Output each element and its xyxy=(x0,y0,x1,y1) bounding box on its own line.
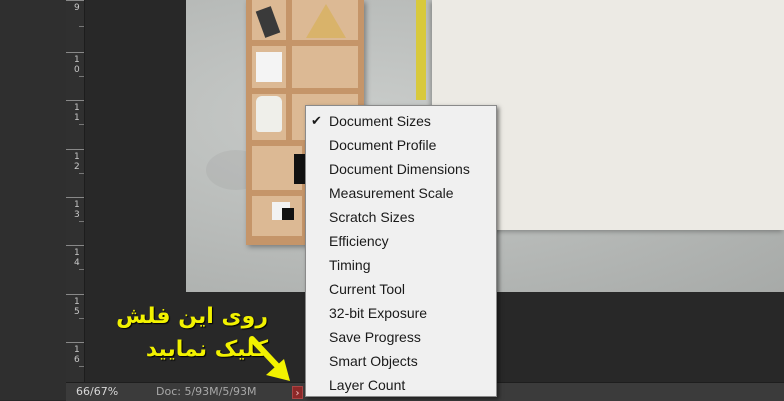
menu-item-label: Scratch Sizes xyxy=(329,209,415,225)
menu-item-32bit-exposure[interactable]: 32-bit Exposure xyxy=(306,301,496,325)
menu-item-label: Efficiency xyxy=(329,233,389,249)
menu-item-label: Timing xyxy=(329,257,371,273)
ruler-tick xyxy=(66,0,84,1)
menu-item-label: Measurement Scale xyxy=(329,185,454,201)
ruler-tick xyxy=(66,100,84,101)
vertical-ruler[interactable]: 9 10 11 12 13 14 15 16 xyxy=(66,0,85,382)
document-info: Doc: 5/93M/5/93M xyxy=(156,385,257,398)
menu-item-timing[interactable]: Timing xyxy=(306,253,496,277)
menu-item-layer-count[interactable]: Layer Count xyxy=(306,373,496,397)
menu-item-save-progress[interactable]: Save Progress xyxy=(306,325,496,349)
menu-item-scratch-sizes[interactable]: Scratch Sizes xyxy=(306,205,496,229)
menu-item-smart-objects[interactable]: Smart Objects xyxy=(306,349,496,373)
menu-item-document-sizes[interactable]: ✔ Document Sizes xyxy=(306,109,496,133)
menu-item-label: Save Progress xyxy=(329,329,421,345)
checkmark-icon: ✔ xyxy=(311,113,322,128)
status-menu-arrow-icon[interactable]: › xyxy=(292,386,303,399)
ruler-tick xyxy=(66,52,84,53)
paper-stack-image xyxy=(256,52,282,82)
annotation-line-1: روی این فلش xyxy=(116,304,268,329)
measuring-tape xyxy=(416,0,426,100)
ruler-minor-tick xyxy=(79,318,84,319)
menu-item-label: 32-bit Exposure xyxy=(329,305,428,321)
ruler-tick xyxy=(66,294,84,295)
left-panel-strip xyxy=(0,0,66,400)
menu-item-document-dimensions[interactable]: Document Dimensions xyxy=(306,157,496,181)
menu-item-label: Document Sizes xyxy=(329,113,431,129)
ruler-label-10: 10 xyxy=(74,55,80,75)
ruler-tick xyxy=(66,149,84,150)
ruler-minor-tick xyxy=(79,124,84,125)
ruler-minor-tick xyxy=(79,269,84,270)
ruler-minor-tick xyxy=(79,76,84,77)
menu-item-label: Smart Objects xyxy=(329,353,418,369)
ruler-tick xyxy=(66,342,84,343)
black-square-image xyxy=(282,208,294,220)
ruler-label-9: 9 xyxy=(74,3,80,13)
ruler-minor-tick xyxy=(79,221,84,222)
glove-image xyxy=(256,96,282,132)
ruler-label-13: 13 xyxy=(74,200,80,220)
ruler-minor-tick xyxy=(79,366,84,367)
menu-item-efficiency[interactable]: Efficiency xyxy=(306,229,496,253)
ruler-tick xyxy=(66,197,84,198)
shelf-cell xyxy=(292,46,358,88)
ruler-label-14: 14 xyxy=(74,248,80,268)
annotation-text: روی این فلش کلیک نمایید xyxy=(98,300,268,366)
ruler-label-15: 15 xyxy=(74,297,80,317)
menu-item-measurement-scale[interactable]: Measurement Scale xyxy=(306,181,496,205)
annotation-arrow-icon xyxy=(249,336,290,381)
zoom-level[interactable]: 66/67% xyxy=(76,385,118,398)
ruler-minor-tick xyxy=(79,26,84,27)
ruler-minor-tick xyxy=(79,173,84,174)
ruler-label-12: 12 xyxy=(74,152,80,172)
status-info-menu: ✔ Document Sizes Document Profile Docume… xyxy=(305,105,497,397)
ruler-label-16: 16 xyxy=(74,345,80,365)
menu-item-label: Current Tool xyxy=(329,281,406,297)
menu-item-label: Layer Count xyxy=(329,377,406,393)
annotation-line-2: کلیک نمایید xyxy=(145,337,268,362)
menu-item-document-profile[interactable]: Document Profile xyxy=(306,133,496,157)
menu-item-label: Document Profile xyxy=(329,137,437,153)
ruler-tick xyxy=(66,245,84,246)
menu-item-current-tool[interactable]: Current Tool xyxy=(306,277,496,301)
ruler-label-11: 11 xyxy=(74,103,80,123)
menu-item-label: Document Dimensions xyxy=(329,161,470,177)
